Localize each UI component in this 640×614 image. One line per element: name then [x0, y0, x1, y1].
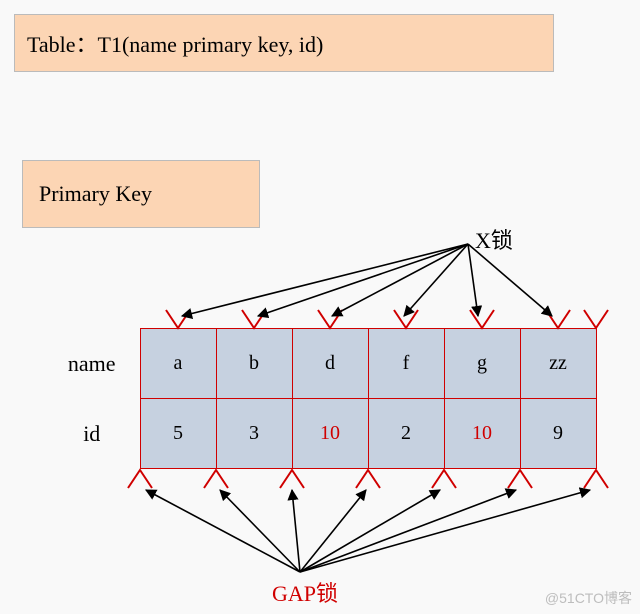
lock-arrows-overlay	[0, 0, 640, 614]
row-header-name: name	[44, 329, 140, 399]
cell-id-4: 10	[444, 399, 520, 469]
cell-name-4: g	[444, 329, 520, 399]
cell-name-2: d	[292, 329, 368, 399]
cell-id-2: 10	[292, 399, 368, 469]
table-definition-box: Table：T1(name primary key, id)	[14, 14, 554, 72]
table-row: id 5 3 10 2 10 9	[44, 399, 596, 469]
index-table: name a b d f g zz id 5 3 10 2 10 9	[44, 328, 597, 469]
cell-id-1: 3	[216, 399, 292, 469]
table-row: name a b d f g zz	[44, 329, 596, 399]
gap-tick-marks	[128, 470, 608, 488]
cell-name-0: a	[140, 329, 216, 399]
cell-name-1: b	[216, 329, 292, 399]
gap-lock-arrows	[146, 490, 590, 572]
watermark: @51CTO博客	[545, 588, 632, 608]
table-definition-text: Table：T1(name primary key, id)	[27, 27, 323, 59]
cell-id-5: 9	[520, 399, 596, 469]
primary-key-label: Primary Key	[39, 181, 152, 207]
cell-id-3: 2	[368, 399, 444, 469]
record-tick-marks	[166, 310, 608, 328]
cell-name-3: f	[368, 329, 444, 399]
x-lock-label: X锁	[475, 223, 513, 255]
cell-name-5: zz	[520, 329, 596, 399]
primary-key-box: Primary Key	[22, 160, 260, 228]
cell-id-0: 5	[140, 399, 216, 469]
gap-lock-label: GAP锁	[272, 576, 338, 608]
row-header-id: id	[44, 399, 140, 469]
